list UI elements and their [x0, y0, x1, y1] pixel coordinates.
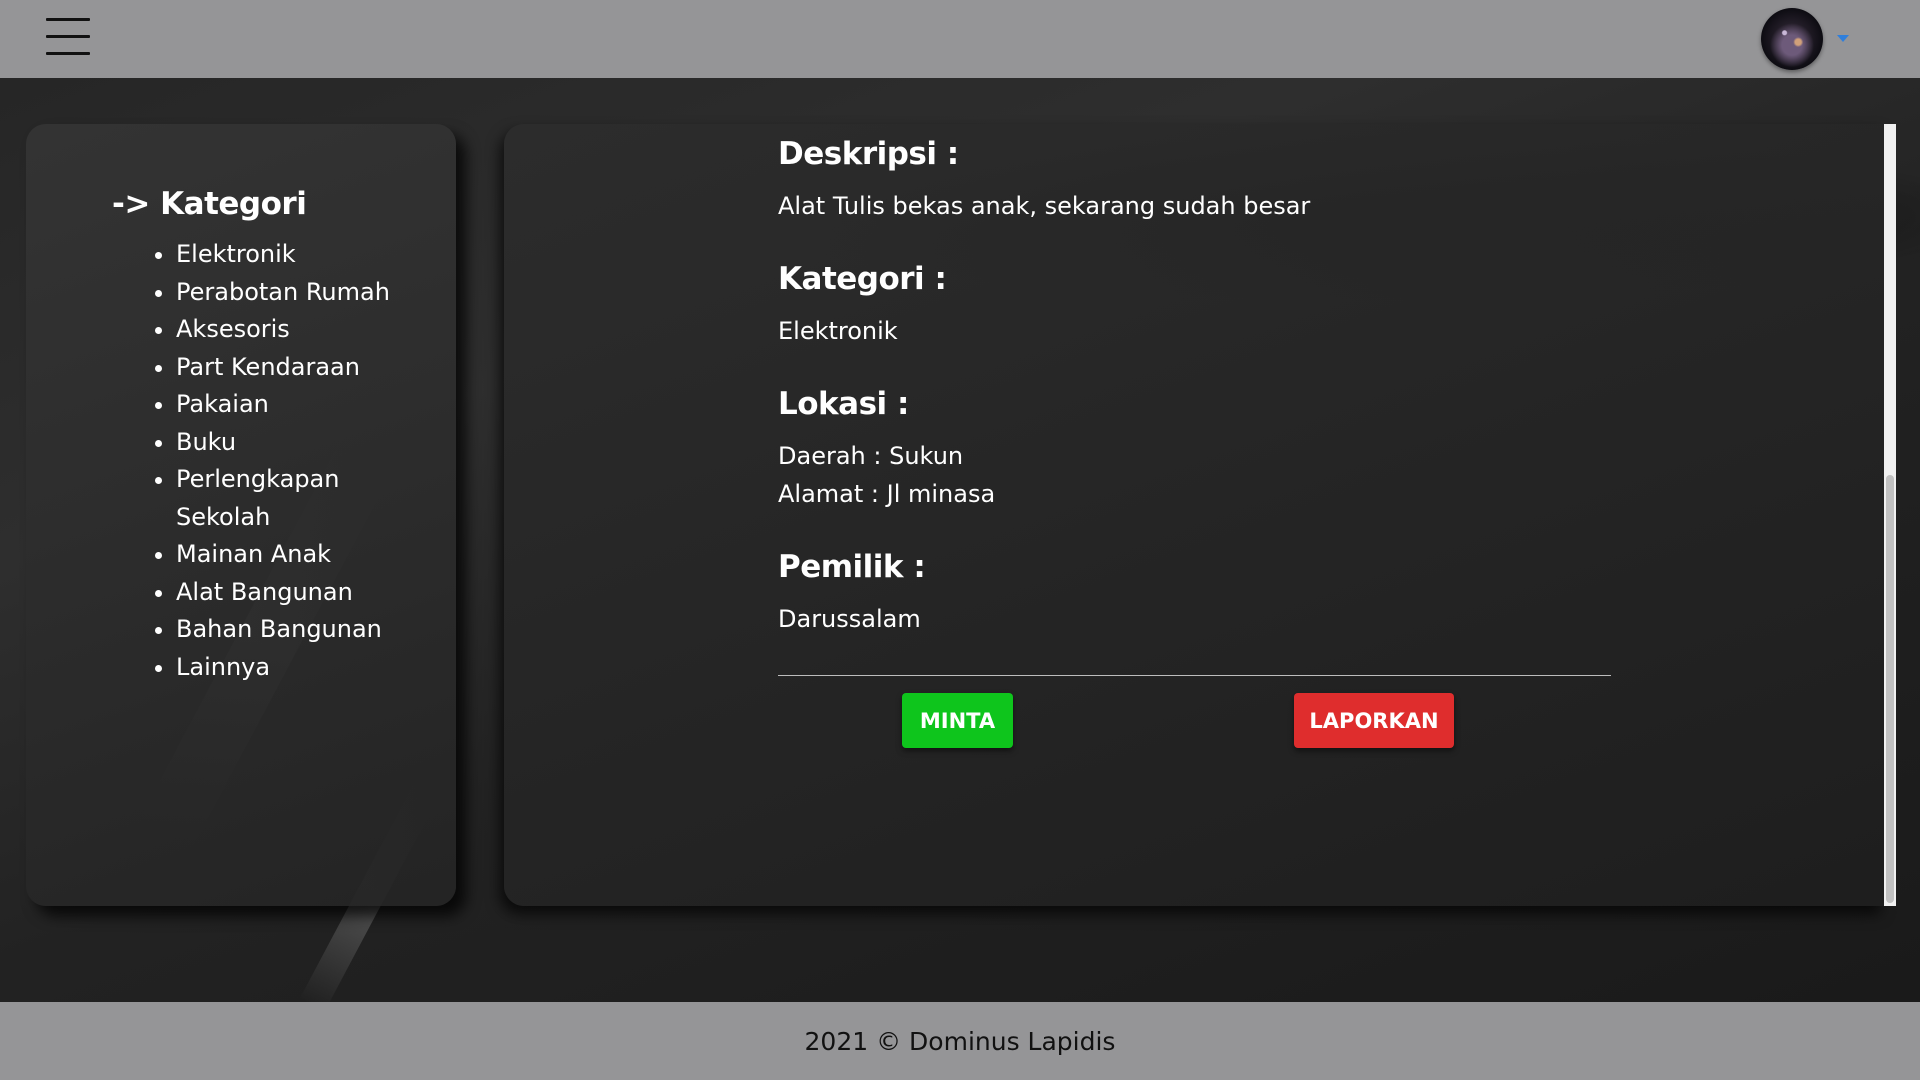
hamburger-line: [46, 52, 90, 55]
hamburger-line: [46, 35, 90, 38]
deskripsi-label: Deskripsi :: [778, 136, 959, 172]
category-item-bahan-bangunan[interactable]: Bahan Bangunan: [176, 611, 396, 649]
deskripsi-value: Alat Tulis bekas anak, sekarang sudah be…: [778, 192, 1311, 220]
hamburger-line: [46, 18, 90, 21]
category-item-alat-bangunan[interactable]: Alat Bangunan: [176, 574, 396, 612]
category-item-aksesoris[interactable]: Aksesoris: [176, 311, 396, 349]
alamat-text: Alamat : Jl minasa: [778, 480, 996, 508]
footer: 2021 © Dominus Lapidis: [0, 1002, 1920, 1080]
divider: [778, 675, 1611, 676]
item-detail-card: Deskripsi : Alat Tulis bekas anak, sekar…: [504, 124, 1884, 906]
user-avatar[interactable]: [1761, 8, 1823, 70]
footer-text: 2021 © Dominus Lapidis: [804, 1027, 1116, 1056]
category-item-part-kendaraan[interactable]: Part Kendaraan: [176, 349, 396, 387]
top-navbar: [0, 0, 1920, 78]
category-item-elektronik[interactable]: Elektronik: [176, 236, 396, 274]
category-item-perabotan-rumah[interactable]: Perabotan Rumah: [176, 274, 396, 312]
hamburger-menu-icon[interactable]: [46, 18, 90, 56]
category-list: Elektronik Perabotan Rumah Aksesoris Par…: [146, 236, 396, 686]
kategori-value: Elektronik: [778, 317, 898, 345]
category-item-perlengkapan-sekolah[interactable]: Perlengkapan Sekolah: [176, 461, 396, 536]
caret-down-icon[interactable]: [1837, 35, 1849, 42]
minta-button[interactable]: MINTA: [902, 693, 1013, 748]
pemilik-label: Pemilik :: [778, 549, 926, 585]
category-item-buku[interactable]: Buku: [176, 424, 396, 462]
category-item-mainan-anak[interactable]: Mainan Anak: [176, 536, 396, 574]
pemilik-value: Darussalam: [778, 605, 921, 633]
scrollbar-thumb[interactable]: [1886, 475, 1894, 903]
lokasi-label: Lokasi :: [778, 386, 909, 422]
category-item-pakaian[interactable]: Pakaian: [176, 386, 396, 424]
laporkan-button[interactable]: LAPORKAN: [1294, 693, 1454, 748]
kategori-label: Kategori :: [778, 261, 947, 297]
category-item-lainnya[interactable]: Lainnya: [176, 649, 396, 687]
category-sidebar: -> Kategori Elektronik Perabotan Rumah A…: [26, 124, 456, 906]
category-heading: -> Kategori: [112, 186, 307, 222]
daerah-text: Daerah : Sukun: [778, 442, 964, 470]
